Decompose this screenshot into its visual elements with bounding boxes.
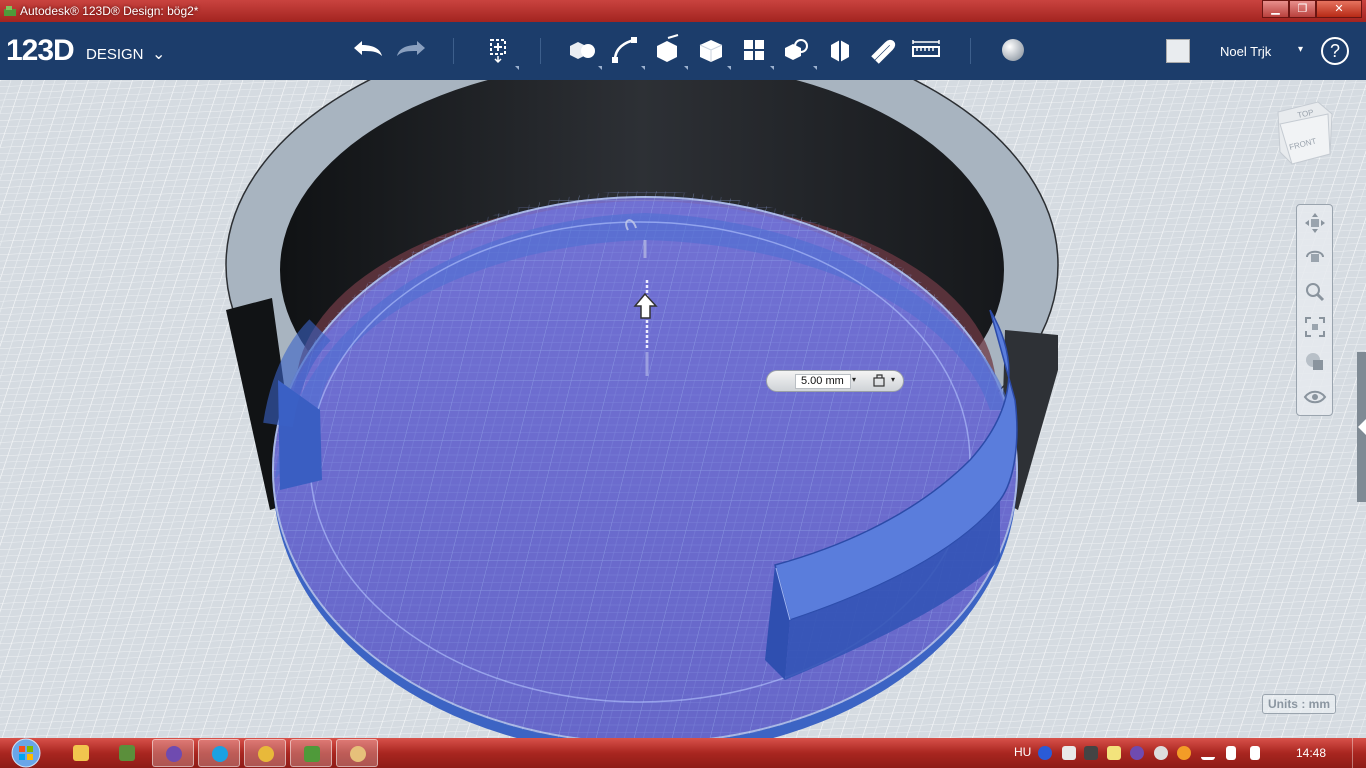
chrome-icon [258,746,274,762]
logo-word: DESIGN [86,46,144,63]
steam-icon[interactable] [1084,746,1098,760]
toolbar-separator [453,38,454,64]
language-indicator[interactable]: HU [1014,745,1031,768]
taskbar-skype[interactable] [198,739,240,767]
extrude-mode-dropdown-icon[interactable]: ▾ [891,375,895,384]
taskbar-browser-c[interactable] [152,739,194,767]
orbit-icon[interactable] [1303,245,1327,269]
user-name[interactable]: Noel Trjk [1220,44,1271,59]
taskbar-paint[interactable] [336,739,378,767]
skype-icon [212,746,228,762]
submenu-indicator [813,66,817,70]
network-signal-icon[interactable] [1201,746,1215,760]
minimize-button[interactable]: ▁ [1262,0,1289,18]
sketch-icon [612,37,637,63]
toolbar-separator [970,38,971,64]
grouping-button[interactable] [779,32,817,70]
redo-button[interactable] [393,32,429,68]
app-toolbar: 123D DESIGN ⌄ Noel Trjk ▾ ? [0,22,1366,80]
chevron-down-icon: ⌄ [152,46,166,63]
taskbar-123d-design[interactable] [290,739,332,767]
grouping-icon [785,39,808,60]
construct-button[interactable] [650,32,688,70]
tray-browser-icon[interactable] [1130,746,1144,760]
transform-button[interactable] [481,32,519,70]
title-bar: Autodesk® 123D® Design: bög2* ▁ ❐ ✕ [0,0,1366,22]
ruler-icon [912,40,940,57]
paint-icon [350,746,366,762]
modify-button[interactable] [693,32,731,70]
measure-button[interactable] [908,32,944,68]
scene-canvas[interactable] [0,80,1366,738]
snap-button[interactable] [865,32,901,68]
taskbar-minecraft[interactable] [106,739,148,767]
visual-style-icon[interactable] [1303,350,1327,374]
folder-icon [73,745,89,761]
taskbar-file-explorer[interactable] [60,739,102,767]
tray-icon[interactable] [1062,746,1076,760]
toolbar-separator [540,38,541,64]
pattern-icon [744,40,764,60]
pan-icon[interactable] [1303,211,1327,235]
primitives-icon [570,42,595,59]
volume-icon[interactable] [1250,746,1260,760]
help-button[interactable]: ? [1321,37,1349,65]
primitives-button[interactable] [564,32,602,70]
zoom-icon[interactable] [1303,280,1327,304]
combine-button[interactable] [822,32,858,68]
app-menu-logo[interactable]: 123D DESIGN ⌄ [6,34,165,68]
logo-number: 123D [6,34,75,67]
3d-viewport[interactable]: TOP FRONT 5.00 mm ▾ ▾ Units : mm [0,80,1366,738]
maximize-button[interactable]: ❐ [1289,0,1316,18]
browser-c-icon [166,746,182,762]
tray-avast-icon[interactable] [1177,746,1191,760]
eye-icon[interactable] [1303,385,1327,409]
material-button[interactable] [995,32,1031,68]
view-cube[interactable]: TOP FRONT [1270,98,1340,168]
submenu-indicator [598,66,602,70]
extrude-mode-icon[interactable] [871,374,889,389]
submenu-indicator [684,66,688,70]
taskbar-chrome[interactable] [244,739,286,767]
redo-icon [397,41,425,56]
side-panel-toggle-icon[interactable] [1358,419,1366,435]
units-button[interactable]: Units : mm [1262,694,1336,714]
modify-icon [699,40,723,62]
flag-icon[interactable] [1226,746,1236,760]
dimension-value-input[interactable]: 5.00 mm [795,374,851,389]
transform-icon [490,39,506,64]
construct-icon [657,34,679,62]
taskbar: HU 14:48 [0,738,1366,768]
avatar[interactable] [1166,39,1190,63]
submenu-indicator [641,66,645,70]
undo-icon [354,41,382,56]
submenu-indicator [515,66,519,70]
start-button[interactable] [6,738,46,768]
navigation-bar [1296,204,1333,416]
clock[interactable]: 14:48 [1296,746,1326,760]
user-menu-chevron-icon[interactable]: ▾ [1298,44,1303,55]
sketch-button[interactable] [607,32,645,70]
combine-icon [831,40,849,62]
magnet-icon [871,39,896,64]
close-button[interactable]: ✕ [1316,0,1362,18]
123d-app-icon [304,746,320,762]
submenu-indicator [770,66,774,70]
dimension-dropdown-icon[interactable]: ▾ [852,375,856,384]
material-sphere-icon [1002,39,1024,61]
window-title: Autodesk® 123D® Design: bög2* [20,4,199,18]
dimension-input-panel: 5.00 mm ▾ ▾ [766,370,904,392]
fit-view-icon[interactable] [1303,315,1327,339]
tray-folder-icon[interactable] [1107,746,1121,760]
show-desktop-button[interactable] [1352,738,1366,768]
submenu-indicator [727,66,731,70]
app-icon [4,6,16,16]
minecraft-icon [119,745,135,761]
undo-button[interactable] [350,32,386,68]
tray-settings-icon[interactable] [1154,746,1168,760]
window-controls: ▁ ❐ ✕ [1262,0,1362,18]
pattern-button[interactable] [736,32,774,70]
help-tray-icon[interactable] [1038,746,1052,760]
